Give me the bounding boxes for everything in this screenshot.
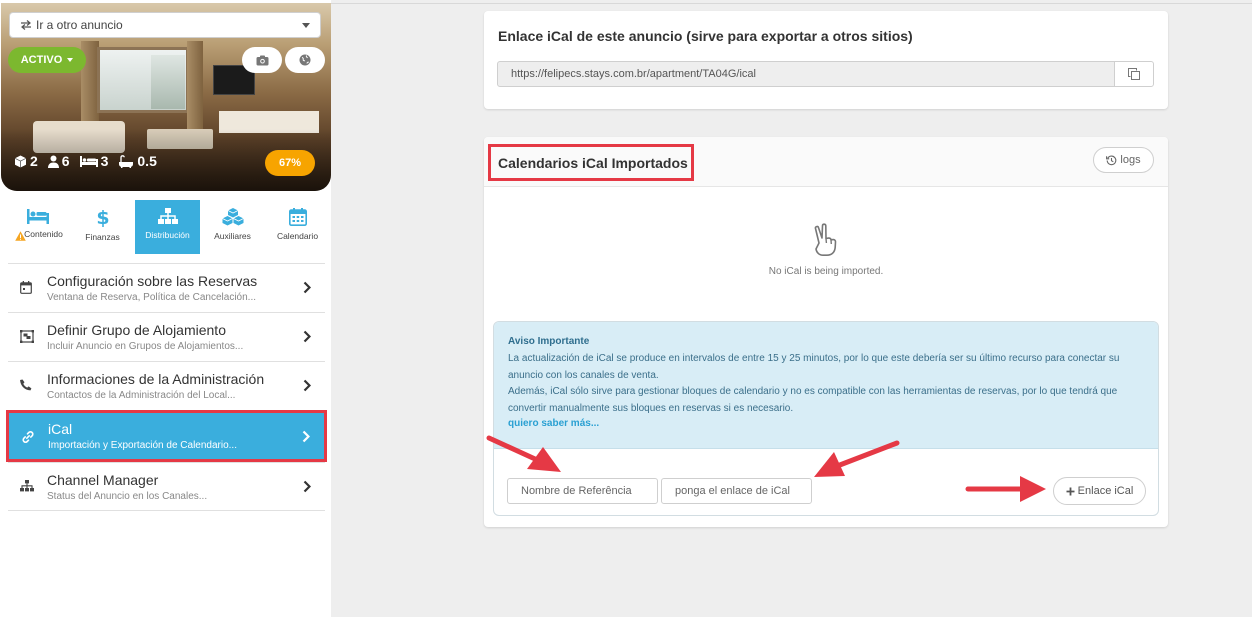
tab-finanzas[interactable]: $ Finanzas xyxy=(70,200,135,254)
warning-icon xyxy=(15,231,26,248)
tab-finanzas-label: Finanzas xyxy=(85,232,120,242)
stat-guests: 6 xyxy=(47,153,70,169)
tab-distribucion[interactable]: Distribución xyxy=(135,200,200,254)
logs-button[interactable]: logs xyxy=(1093,147,1154,173)
stat-baths: 0.5 xyxy=(118,153,157,169)
tab-auxiliares[interactable]: Auxiliares xyxy=(200,200,265,254)
svg-text:$: $ xyxy=(96,208,109,227)
add-ical-link-button[interactable]: Enlace iCal xyxy=(1053,477,1146,505)
tab-distribucion-label: Distribución xyxy=(145,230,190,240)
chevron-down-icon xyxy=(302,23,310,28)
menu-item-reservas-subtitle: Ventana de Reserva, Política de Cancelac… xyxy=(47,292,257,303)
menu-item-channel-manager[interactable]: Channel Manager Status del Anuncio en lo… xyxy=(8,462,325,511)
ical-add-panel: Aviso Importante La actualización de iCa… xyxy=(493,321,1159,516)
add-ical-label: Enlace iCal xyxy=(1077,485,1134,497)
dollar-icon: $ xyxy=(96,208,109,227)
menu-item-administracion-title: Informaciones de la Administración xyxy=(47,371,265,387)
cube-icon xyxy=(14,155,27,167)
bed-icon xyxy=(26,209,49,224)
listing-stats: 2 6 3 0.5 xyxy=(14,153,157,169)
photos-button[interactable] xyxy=(242,47,282,73)
menu-item-ical-title: iCal xyxy=(48,421,73,437)
empty-state-text: No iCal is being imported. xyxy=(768,266,884,277)
status-dropdown-button[interactable]: ACTIVO xyxy=(8,47,86,73)
copy-icon xyxy=(1128,68,1140,80)
menu-item-grupo-title: Definir Grupo de Alojamiento xyxy=(47,322,226,338)
stat-rooms: 2 xyxy=(14,153,38,169)
highlight-box: Calendarios iCal Importados xyxy=(488,144,694,181)
copy-url-button[interactable] xyxy=(1114,61,1154,87)
chevron-right-icon xyxy=(303,480,311,493)
camera-icon xyxy=(256,55,268,65)
chevron-right-icon xyxy=(303,281,311,294)
globe-icon xyxy=(299,54,311,66)
menu-item-ical[interactable]: iCal Importación y Exportación de Calend… xyxy=(6,410,327,462)
cubes-icon xyxy=(221,208,244,226)
menu-item-grupo-subtitle: Incluir Anuncio en Grupos de Alojamiento… xyxy=(47,341,244,352)
chevron-right-icon xyxy=(303,379,311,392)
ical-import-title: Calendarios iCal Importados xyxy=(498,154,688,171)
important-notice: Aviso Importante La actualización de iCa… xyxy=(494,322,1158,449)
user-icon xyxy=(47,155,59,168)
status-label: ACTIVO xyxy=(20,54,63,66)
goto-listing-select[interactable]: Ir a otro anuncio xyxy=(9,12,321,38)
menu-item-grupo[interactable]: Definir Grupo de Alojamiento Incluir Anu… xyxy=(8,312,325,361)
top-divider xyxy=(331,3,1252,4)
ical-export-url-field[interactable]: https://felipecs.stays.com.br/apartment/… xyxy=(497,61,1115,87)
link-icon xyxy=(22,431,34,443)
bed-icon xyxy=(79,156,98,167)
learn-more-link[interactable]: quiero saber más... xyxy=(508,418,1146,429)
menu-item-administracion-subtitle: Contactos de la Administración del Local… xyxy=(47,390,236,401)
calendar-icon xyxy=(20,281,32,294)
ical-export-card: Enlace iCal de este anuncio (sirve para … xyxy=(484,11,1168,109)
menu-item-reservas[interactable]: Configuración sobre las Reservas Ventana… xyxy=(8,263,325,312)
ical-export-title: Enlace iCal de este anuncio (sirve para … xyxy=(498,28,913,44)
menu-item-channel-manager-title: Channel Manager xyxy=(47,471,159,488)
menu-item-administracion[interactable]: Informaciones de la Administración Conta… xyxy=(8,361,325,410)
stat-guests-value: 6 xyxy=(61,153,70,169)
calendar-icon xyxy=(288,208,307,226)
goto-listing-label: Ir a otro anuncio xyxy=(36,18,123,32)
menu-item-reservas-title: Configuración sobre las Reservas xyxy=(47,273,258,289)
tab-calendario-label: Calendario xyxy=(276,231,319,241)
sidebar: Ir a otro anuncio ACTIVO 2 6 3 0.5 67% C… xyxy=(0,0,331,617)
logs-label: logs xyxy=(1120,154,1141,166)
tab-calendario[interactable]: Calendario xyxy=(265,200,330,254)
ical-import-card: Calendarios iCal Importados logs No iCal… xyxy=(484,137,1168,527)
settings-menu: Configuración sobre las Reservas Ventana… xyxy=(6,263,327,511)
ical-import-header: Calendarios iCal Importados logs xyxy=(484,137,1168,187)
hand-peace-icon xyxy=(814,223,837,256)
phone-icon xyxy=(20,379,32,391)
chevron-down-icon xyxy=(67,58,74,62)
object-group-icon xyxy=(20,330,34,343)
swap-icon xyxy=(21,20,31,30)
tab-auxiliares-label: Auxiliares xyxy=(214,231,251,241)
stat-baths-value: 0.5 xyxy=(137,153,157,169)
listing-tabs: Contenido $ Finanzas Distribución Auxili… xyxy=(0,200,331,256)
bathtub-icon xyxy=(119,154,134,168)
tab-contenido[interactable]: Contenido xyxy=(5,200,70,254)
history-icon xyxy=(1106,155,1117,165)
sitemap-icon xyxy=(157,208,178,224)
stat-beds: 3 xyxy=(79,153,109,169)
sitemap-icon xyxy=(20,480,34,492)
ical-link-input[interactable]: ponga el enlace de iCal xyxy=(661,478,812,504)
chevron-right-icon xyxy=(303,330,311,343)
chevron-right-icon xyxy=(302,430,310,443)
completion-badge: 67% xyxy=(265,150,315,176)
notice-title: Aviso Importante xyxy=(508,336,590,347)
plus-icon xyxy=(1066,487,1075,495)
notice-paragraph-2: Además, iCal sólo sirve para gestionar b… xyxy=(508,386,1118,414)
reference-name-input[interactable]: Nombre de Referência xyxy=(507,478,658,504)
stat-beds-value: 3 xyxy=(100,153,109,169)
notice-paragraph-1: La actualización de iCal se produce en i… xyxy=(508,353,1120,381)
map-button[interactable] xyxy=(285,47,325,73)
menu-item-ical-subtitle: Importación y Exportación de Calendario.… xyxy=(48,440,237,451)
menu-item-channel-manager-subtitle: Status del Anuncio en los Canales... xyxy=(47,490,208,502)
stat-rooms-value: 2 xyxy=(30,153,38,169)
